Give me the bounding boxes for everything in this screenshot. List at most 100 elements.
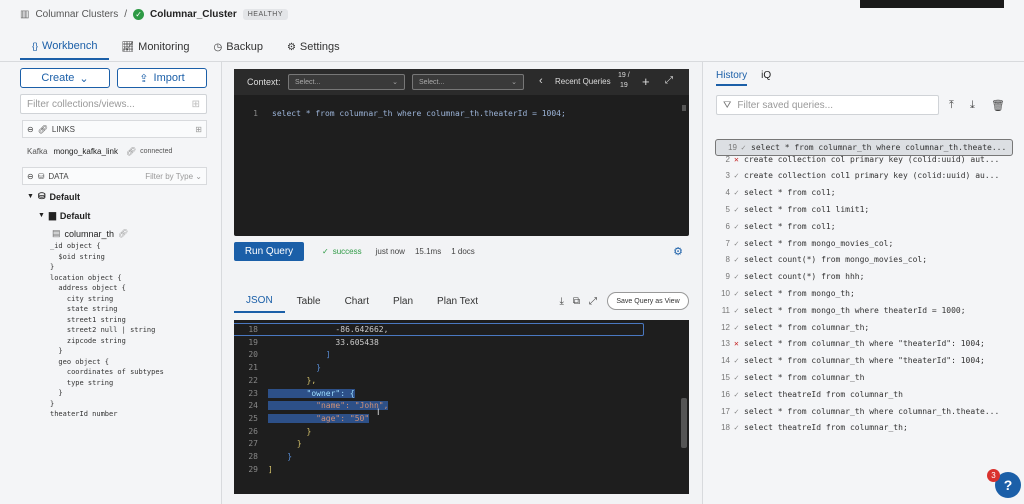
create-button[interactable]: Create ⌄ xyxy=(20,68,110,88)
tree-collection-columnar-th[interactable]: ▤ columnar_th 🔗︎ xyxy=(52,228,128,239)
history-item-number: 7 xyxy=(725,238,730,248)
context-select-1[interactable]: Select... ⌄ xyxy=(288,74,405,90)
history-item-number: 18 xyxy=(721,423,730,433)
result-line: 22 }, xyxy=(234,375,689,388)
saved-queries-filter[interactable]: ⛛ Filter saved queries... xyxy=(716,95,939,115)
history-item[interactable]: 11 ✓ select * from mongo_th where theaterI… xyxy=(715,302,1010,319)
schema-line: $oid string xyxy=(50,252,105,261)
run-duration: 15.1ms xyxy=(414,246,442,256)
tab-label: Settings xyxy=(299,41,340,53)
line-text: "name": "John", xyxy=(268,401,389,411)
tab-settings[interactable]: ⚙ Settings xyxy=(275,34,352,60)
tree-scope-default[interactable]: ▼ ▆ Default xyxy=(38,210,90,221)
caret-down-icon: ▼ xyxy=(27,193,34,200)
cluster-icon: ▥ xyxy=(20,9,30,20)
chevron-left-icon[interactable]: ‹ xyxy=(539,75,543,87)
history-item[interactable]: 10 ✓ select * from mongo_th; xyxy=(715,285,1010,302)
tree-db-default[interactable]: ▼ ⛁ Default xyxy=(27,191,80,202)
tab-json[interactable]: JSON xyxy=(234,289,285,313)
context-select-2[interactable]: Select... ⌄ xyxy=(412,74,524,90)
history-item[interactable]: 7 ✓ select * from mongo_movies_col; xyxy=(715,235,1010,252)
history-item-number: 17 xyxy=(721,406,730,416)
tab-backup[interactable]: ◷ Backup xyxy=(202,34,275,60)
import-button[interactable]: ⇪ Import xyxy=(117,68,207,88)
history-item[interactable]: 4 ✓ select * from col1; xyxy=(715,184,1010,201)
filter-icon: ⛛ xyxy=(723,99,732,111)
expand-icon[interactable]: ⤢ xyxy=(665,75,673,86)
links-label: LINKS xyxy=(51,124,75,134)
editor-scrollbar[interactable] xyxy=(682,105,686,111)
db-name: Default xyxy=(49,191,80,202)
history-item[interactable]: 17 ✓ select * from columnar_th where colum… xyxy=(715,403,1010,420)
breadcrumb-parent[interactable]: Columnar Clusters xyxy=(35,9,118,20)
healthy-check-icon: ✓ xyxy=(133,9,145,20)
collection-filter-input[interactable]: Filter collections/views... ⊞ xyxy=(20,94,207,114)
copy-icon[interactable]: ⧉ xyxy=(573,296,580,307)
history-item-query: select * from columnar_th where "theater… xyxy=(744,356,985,366)
history-item[interactable]: 3 ✓ create collection col1 primary key (co… xyxy=(715,168,1010,185)
results-scrollbar[interactable] xyxy=(681,398,687,448)
export-icon[interactable]: ⤒ xyxy=(949,99,954,112)
links-section-header[interactable]: ⊖ 🔗︎ LINKS ⊞ xyxy=(22,120,207,138)
history-item-query: select * from mongo_movies_col; xyxy=(744,238,894,248)
history-item[interactable]: 14 ✓ select * from columnar_th where "thea… xyxy=(715,352,1010,369)
history-item-query: select theatreId from columnar_th; xyxy=(744,423,908,433)
clear-filter-icon[interactable]: ⊞ xyxy=(192,99,200,110)
top-overlay-bar xyxy=(860,0,1004,8)
expand-icon[interactable]: ⤢ xyxy=(589,296,597,307)
tab-workbench[interactable]: {} Workbench xyxy=(20,34,110,60)
tab-plan[interactable]: Plan xyxy=(381,289,425,313)
line-number: 20 xyxy=(248,350,258,360)
tab-chart[interactable]: Chart xyxy=(333,289,381,313)
filter-by-type-label: Filter by Type xyxy=(145,171,194,181)
collection-schema: _id object { $oid string } location obje… xyxy=(50,241,215,420)
query-editor[interactable]: Context: Select... ⌄ Select... ⌄ ‹ Recen… xyxy=(234,69,689,236)
recent-queries-label[interactable]: Recent Queries xyxy=(555,77,611,86)
tab-monitoring[interactable]: 📈︎ Monitoring xyxy=(109,34,201,60)
links-action-icon[interactable]: ⊞ xyxy=(195,125,202,134)
history-item[interactable]: 15 ✓ select * from columnar_th xyxy=(715,369,1010,386)
history-item[interactable]: 8 ✓ select count(*) from mongo_movies_col; xyxy=(715,252,1010,269)
history-item-query: select * from columnar_th; xyxy=(744,322,870,332)
save-query-as-view-button[interactable]: Save Query as View xyxy=(607,292,689,310)
trash-icon[interactable]: 🗑︎ xyxy=(991,99,1005,112)
top-bar: ▥ Columnar Clusters / ✓ Columnar_Cluster… xyxy=(0,0,1024,62)
tab-history[interactable]: History xyxy=(716,70,748,86)
schema-line: } xyxy=(50,399,55,408)
history-item[interactable]: 12 ✓ select * from columnar_th; xyxy=(715,319,1010,336)
table-icon: ▤ xyxy=(52,228,61,238)
query-code[interactable]: 1 select * from columnar_th where columna… xyxy=(234,109,566,118)
download-icon[interactable]: ⤓ xyxy=(559,296,563,307)
schema-line: city string xyxy=(50,294,114,303)
history-item[interactable]: 5 ✓ select * from col1 limit1; xyxy=(715,201,1010,218)
run-query-button[interactable]: Run Query xyxy=(234,241,304,261)
history-item[interactable]: 6 ✓ select * from col1; xyxy=(715,218,1010,235)
tab-iq[interactable]: iQ xyxy=(761,70,771,86)
history-item[interactable]: 19 ✓ select * from columnar_th where colum… xyxy=(715,139,1014,156)
data-section-header[interactable]: ⊖ ⛁ DATA Filter by Type ⌄ xyxy=(22,167,207,185)
history-item[interactable]: 13 ✕ select * from columnar_th where "thea… xyxy=(715,336,1010,353)
filter-by-type-select[interactable]: Filter by Type ⌄ xyxy=(145,172,202,181)
history-item[interactable]: 9 ✓ select count(*) from hhh; xyxy=(715,268,1010,285)
query-text[interactable]: select * from columnar_th where columnar… xyxy=(272,109,566,118)
line-text: -86.642662, xyxy=(268,325,389,334)
line-text: ] xyxy=(268,464,273,474)
history-item[interactable]: 18 ✓ select theatreId from columnar_th; xyxy=(715,420,1010,437)
history-item[interactable]: 16 ✓ select theatreId from columnar_th xyxy=(715,386,1010,403)
tab-plan-text[interactable]: Plan Text xyxy=(425,289,490,313)
chart-icon: 📈︎ xyxy=(121,41,135,53)
import-icon[interactable]: ⤓ xyxy=(970,99,975,112)
history-item-query: select * from columnar_th where columnar… xyxy=(744,406,1000,416)
chevron-down-icon: ⌄ xyxy=(392,79,398,86)
kafka-link-row[interactable]: Kafka mongo_kafka_link 🔗︎ connected xyxy=(27,147,172,156)
result-line: 27 } xyxy=(234,438,689,451)
tab-label: Monitoring xyxy=(138,41,190,53)
result-line: 24 "name": "John", xyxy=(234,400,689,413)
import-icon: ⇪ xyxy=(139,72,149,85)
json-results[interactable]: 18 -86.642662, 19 33.605438 20 ] 21 } 22… xyxy=(234,320,689,494)
add-query-icon[interactable]: + xyxy=(642,74,650,89)
tab-table[interactable]: Table xyxy=(285,289,333,313)
history-tabs: History iQ xyxy=(716,70,771,86)
filter-placeholder: Filter collections/views... xyxy=(27,98,135,110)
settings-icon[interactable]: ⚙ xyxy=(673,245,683,258)
